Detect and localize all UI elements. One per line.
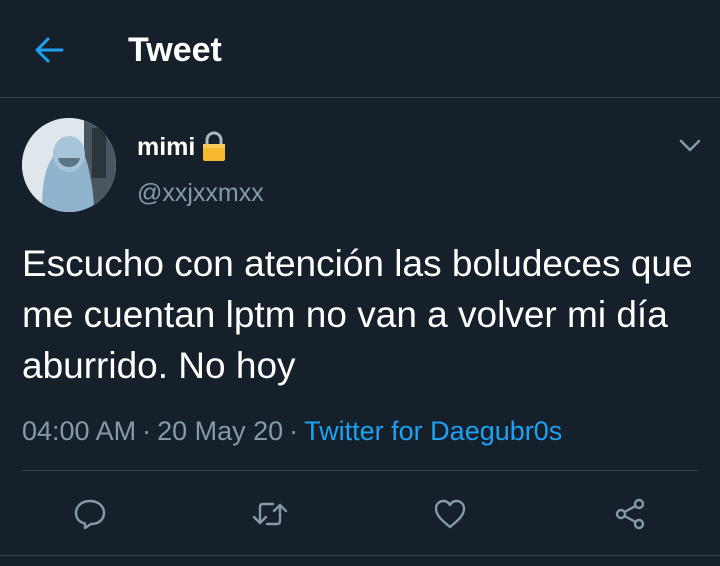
chevron-down-icon: [679, 139, 701, 152]
lock-icon: [203, 131, 226, 161]
tweet-date: 20 May 20: [157, 416, 284, 446]
arrow-left-icon: [35, 37, 64, 63]
like-button[interactable]: [422, 486, 478, 542]
display-name: mimi: [137, 132, 196, 161]
action-bar: [0, 486, 720, 542]
avatar-photo: [22, 118, 116, 212]
page-title: Tweet: [128, 31, 222, 69]
tweet-source-link[interactable]: Twitter for Daegubr0s: [304, 416, 562, 446]
more-options-button[interactable]: [672, 128, 708, 164]
reply-button[interactable]: [62, 486, 118, 542]
heart-icon: [434, 499, 466, 529]
retweet-icon: [252, 502, 288, 526]
meta-separator: ·: [142, 416, 152, 446]
divider: [22, 470, 698, 471]
top-bar: Tweet: [0, 0, 720, 98]
back-button[interactable]: [24, 28, 74, 72]
avatar[interactable]: [22, 118, 116, 212]
reply-icon: [74, 499, 106, 530]
user-handle[interactable]: @xxjxxmxx: [137, 176, 264, 210]
share-icon: [615, 498, 645, 530]
meta-separator: ·: [289, 416, 299, 446]
divider: [0, 555, 720, 556]
share-button[interactable]: [602, 486, 658, 542]
tweet-time: 04:00 AM: [22, 416, 137, 446]
tweet-text: Escucho con atención las boludeces que m…: [22, 243, 693, 386]
tweet-meta: 04:00 AM · 20 May 20 · Twitter for Daegubr0s: [22, 412, 562, 450]
author-name-row[interactable]: mimi: [137, 130, 229, 164]
retweet-button[interactable]: [242, 486, 298, 542]
